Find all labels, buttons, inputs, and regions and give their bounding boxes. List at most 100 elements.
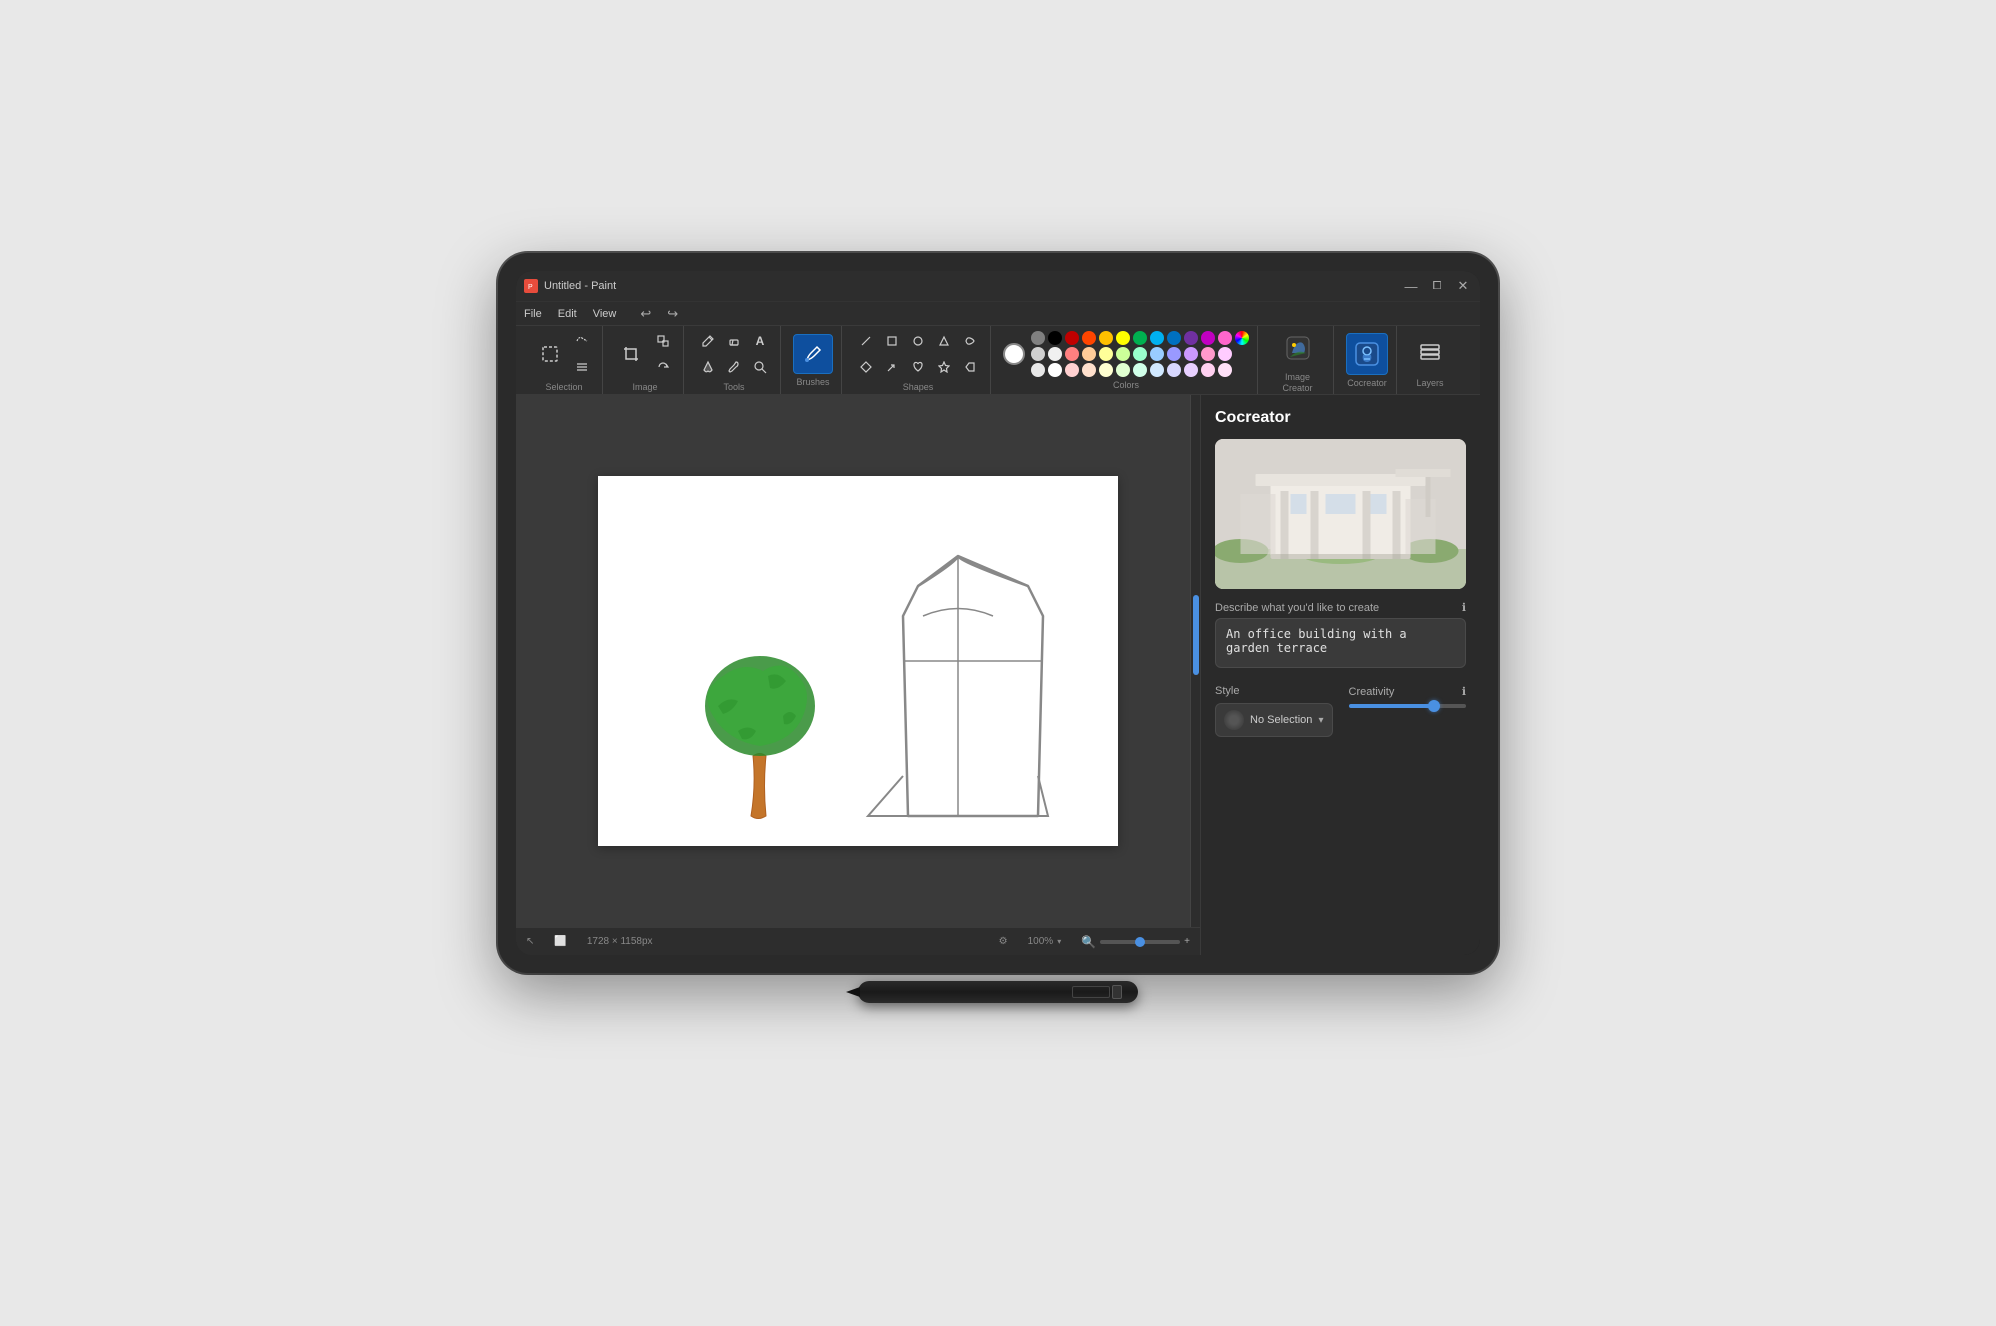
rainbow-swatch[interactable] [1235, 331, 1249, 345]
color-swatch[interactable] [1048, 331, 1062, 345]
color-swatch[interactable] [1184, 331, 1198, 345]
tool-buttons: A [696, 329, 772, 379]
primary-color[interactable] [1003, 343, 1025, 365]
zoom-dropdown-icon[interactable]: ▾ [1057, 937, 1061, 946]
creativity-slider[interactable] [1349, 704, 1467, 708]
prompt-input[interactable] [1215, 618, 1466, 668]
shape-rect-button[interactable] [880, 329, 904, 353]
eraser-button[interactable] [722, 329, 746, 353]
color-swatch[interactable] [1218, 347, 1232, 361]
minimize-button[interactable]: — [1402, 279, 1420, 294]
color-swatch[interactable] [1184, 347, 1198, 361]
color-swatch[interactable] [1167, 363, 1181, 377]
color-swatch[interactable] [1201, 331, 1215, 345]
color-swatch[interactable] [1048, 363, 1062, 377]
color-swatch[interactable] [1065, 331, 1079, 345]
selection-label: Selection [545, 382, 582, 392]
selection-freehand-button[interactable] [570, 329, 594, 353]
style-selector[interactable]: No Selection ▾ [1215, 703, 1333, 737]
color-swatch[interactable] [1167, 347, 1181, 361]
menu-file[interactable]: File [524, 308, 542, 320]
layers-button[interactable] [1409, 333, 1451, 375]
color-swatch[interactable] [1150, 347, 1164, 361]
brush-button[interactable] [793, 334, 833, 374]
cocreator-button[interactable] [1346, 333, 1388, 375]
color-swatch[interactable] [1150, 363, 1164, 377]
pencil-button[interactable] [696, 329, 720, 353]
color-swatch[interactable] [1133, 347, 1147, 361]
magnify-button[interactable] [748, 355, 772, 379]
undo-button[interactable]: ↩ [640, 306, 651, 322]
shape-line-button[interactable] [854, 329, 878, 353]
drawing-canvas[interactable] [598, 476, 1118, 846]
zoom-in-icon[interactable]: + [1184, 936, 1190, 947]
zoom-thumb[interactable] [1135, 937, 1145, 947]
color-swatch[interactable] [1133, 363, 1147, 377]
selection-more-button[interactable] [570, 355, 594, 379]
color-swatch[interactable] [1082, 331, 1096, 345]
color-swatch[interactable] [1201, 347, 1215, 361]
redo-button[interactable]: ↪ [667, 306, 678, 322]
shape-extra-button[interactable] [958, 355, 982, 379]
style-label: Style [1215, 685, 1333, 697]
tablet-screen: P Untitled - Paint — ⧠ ✕ File Edit View … [516, 271, 1480, 955]
creativity-info-icon[interactable]: ℹ [1462, 685, 1466, 698]
fill-button[interactable] [696, 355, 720, 379]
style-dropdown-icon[interactable]: ▾ [1318, 715, 1323, 726]
crop-button[interactable] [615, 338, 647, 370]
shape-diamond-button[interactable] [854, 355, 878, 379]
close-button[interactable]: ✕ [1454, 278, 1472, 294]
rotate-button[interactable] [651, 355, 675, 379]
zoom-value: 100% [1028, 936, 1054, 947]
color-swatch[interactable] [1133, 331, 1147, 345]
text-button[interactable]: A [748, 329, 772, 353]
color-swatch[interactable] [1031, 331, 1045, 345]
canvas-svg [598, 476, 1118, 846]
color-swatch[interactable] [1167, 331, 1181, 345]
cursor-icon: ↖ [526, 936, 534, 947]
color-swatch[interactable] [1099, 331, 1113, 345]
color-swatch[interactable] [1048, 347, 1062, 361]
creativity-thumb[interactable] [1428, 700, 1440, 712]
color-swatch[interactable] [1099, 347, 1113, 361]
selection-rectangular-button[interactable] [534, 338, 566, 370]
color-swatch[interactable] [1065, 363, 1079, 377]
zoom-out-icon[interactable]: 🔍 [1081, 935, 1096, 949]
color-swatch[interactable] [1150, 331, 1164, 345]
shape-arrow-button[interactable] [880, 355, 904, 379]
color-swatch[interactable] [1116, 363, 1130, 377]
color-swatch[interactable] [1099, 363, 1113, 377]
layers-label: Layers [1416, 378, 1443, 388]
color-swatch[interactable] [1031, 363, 1045, 377]
color-swatch[interactable] [1218, 331, 1232, 345]
style-name: No Selection [1250, 714, 1312, 726]
shape-more-button[interactable] [958, 329, 982, 353]
shape-triangle-button[interactable] [932, 329, 956, 353]
color-swatch[interactable] [1201, 363, 1215, 377]
canvas-area: ↖ ⬜ 1728 × 1158px ⚙ 100% ▾ [516, 395, 1200, 955]
canvas-dimensions: 1728 × 1158px [587, 936, 653, 947]
prompt-info-icon[interactable]: ℹ [1462, 601, 1466, 614]
color-swatch[interactable] [1082, 347, 1096, 361]
color-swatch[interactable] [1031, 347, 1045, 361]
image-creator-button[interactable] [1277, 327, 1319, 369]
zoom-slider[interactable] [1100, 940, 1180, 944]
color-swatch[interactable] [1218, 363, 1232, 377]
color-swatch[interactable] [1184, 363, 1198, 377]
eyedropper-button[interactable] [722, 355, 746, 379]
toolbar-group-layers: Layers [1401, 326, 1459, 394]
color-swatch[interactable] [1065, 347, 1079, 361]
scroll-thumb[interactable] [1193, 595, 1199, 675]
color-swatch[interactable] [1116, 331, 1130, 345]
shape-star-button[interactable] [932, 355, 956, 379]
maximize-button[interactable]: ⧠ [1428, 280, 1446, 293]
settings-icon[interactable]: ⚙ [999, 936, 1008, 947]
color-swatch[interactable] [1082, 363, 1096, 377]
scrollbar-vertical[interactable] [1190, 395, 1200, 927]
resize-button[interactable] [651, 329, 675, 353]
menu-view[interactable]: View [593, 308, 617, 320]
menu-edit[interactable]: Edit [558, 308, 577, 320]
shape-circle-button[interactable] [906, 329, 930, 353]
color-swatch[interactable] [1116, 347, 1130, 361]
shape-heart-button[interactable] [906, 355, 930, 379]
